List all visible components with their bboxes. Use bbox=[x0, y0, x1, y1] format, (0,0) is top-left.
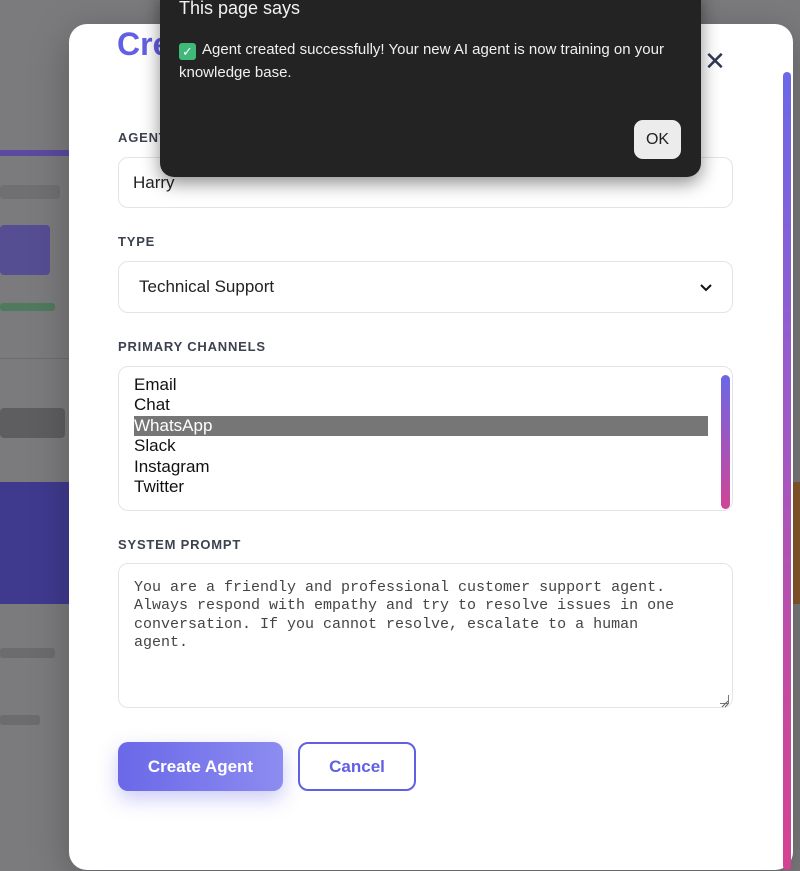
type-selected-value: Technical Support bbox=[139, 277, 275, 296]
ok-button[interactable]: OK bbox=[634, 120, 681, 159]
alert-dialog: This page says ✓ Agent created successful… bbox=[160, 0, 701, 177]
channel-option-twitter[interactable]: Twitter bbox=[134, 477, 710, 497]
close-icon[interactable]: ✕ bbox=[703, 48, 727, 74]
system-prompt-label: SYSTEM PROMPT bbox=[118, 537, 242, 552]
resize-handle[interactable] bbox=[720, 695, 729, 708]
cancel-button[interactable]: Cancel bbox=[298, 742, 416, 791]
channels-scrollbar[interactable] bbox=[721, 375, 730, 509]
system-prompt-textarea[interactable]: You are a friendly and professional cust… bbox=[118, 563, 733, 708]
background-card-right bbox=[793, 482, 800, 604]
channel-option-whatsapp[interactable]: WhatsApp bbox=[134, 415, 708, 437]
type-select[interactable]: Technical Support bbox=[118, 261, 733, 313]
background-stat bbox=[0, 225, 50, 275]
modal-scrollbar[interactable] bbox=[783, 72, 791, 870]
alert-message: ✓ Agent created successfully! Your new AI… bbox=[179, 38, 679, 84]
check-icon: ✓ bbox=[179, 43, 196, 60]
background-divider bbox=[0, 358, 70, 359]
background-card bbox=[0, 482, 70, 604]
type-label: TYPE bbox=[118, 234, 156, 249]
background-nav-underline bbox=[0, 150, 70, 156]
alert-message-text: Agent created successfully! Your new AI … bbox=[179, 41, 664, 81]
channel-option-instagram[interactable]: Instagram bbox=[134, 457, 710, 477]
channel-option-slack[interactable]: Slack bbox=[134, 436, 710, 456]
background-text bbox=[0, 185, 60, 199]
primary-channels-label: PRIMARY CHANNELS bbox=[118, 339, 266, 354]
background-text bbox=[0, 648, 55, 658]
background-text bbox=[0, 715, 40, 725]
channel-option-chat[interactable]: Chat bbox=[134, 395, 710, 415]
background-logo bbox=[0, 20, 70, 60]
background-trend bbox=[0, 303, 55, 311]
background-heading bbox=[0, 408, 65, 438]
alert-title: This page says bbox=[179, 0, 301, 18]
create-agent-button[interactable]: Create Agent bbox=[118, 742, 283, 791]
primary-channels-listbox[interactable]: Email Chat WhatsApp Slack Instagram Twit… bbox=[118, 366, 733, 511]
chevron-down-icon bbox=[700, 279, 712, 295]
channel-option-email[interactable]: Email bbox=[134, 375, 710, 395]
